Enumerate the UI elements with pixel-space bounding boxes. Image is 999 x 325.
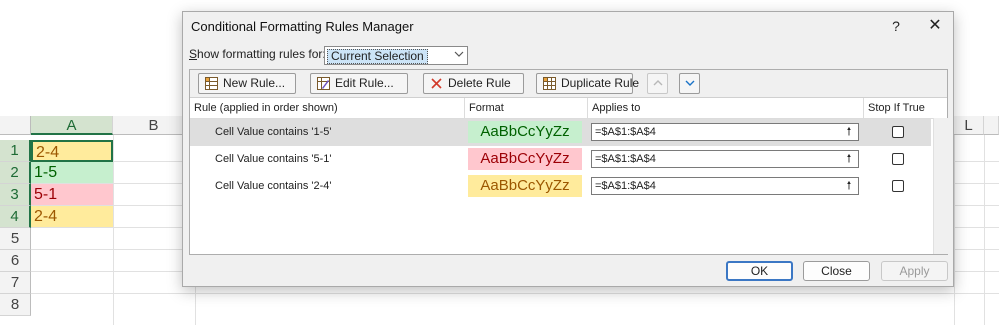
format-preview: AaBbCcYyZz (468, 175, 582, 197)
applies-to-field[interactable]: =$A$1:$A$4 🠕 (591, 150, 859, 168)
ok-button[interactable]: OK (726, 261, 793, 281)
move-down-button[interactable] (679, 73, 700, 94)
grid-line (113, 135, 114, 325)
show-rules-label: Show formatting rules for: (189, 47, 326, 61)
chevron-down-icon (685, 80, 694, 86)
duplicate-rule-button[interactable]: Duplicate Rule (536, 73, 639, 94)
grid-line (954, 135, 955, 325)
applies-to-field[interactable]: =$A$1:$A$4 🠕 (591, 123, 859, 141)
rule-description: Cell Value contains '5-1' (215, 153, 332, 165)
column-header-format[interactable]: Format (465, 98, 588, 118)
edit-rule-label: Edit Rule... (335, 76, 394, 90)
close-button[interactable]: Close (803, 261, 870, 281)
rule-row[interactable]: Cell Value contains '5-1' AaBbCcYyZz =$A… (190, 146, 931, 173)
stop-if-true-checkbox[interactable] (892, 180, 904, 192)
format-preview: AaBbCcYyZz (468, 148, 582, 170)
chevron-up-icon (653, 80, 662, 86)
select-all-corner[interactable] (0, 116, 31, 135)
dialog-title: Conditional Formatting Rules Manager (191, 19, 414, 34)
rules-toolbar: New Rule... Edit Rule... Delete Rule Dup… (190, 70, 947, 98)
applies-to-value: =$A$1:$A$4 (595, 126, 656, 138)
grid-line (984, 135, 985, 325)
chevron-down-icon[interactable] (453, 49, 465, 62)
format-preview: AaBbCcYyZz (468, 121, 582, 143)
show-rules-label-text: how formatting rules for: (197, 47, 326, 61)
rule-row[interactable]: Cell Value contains '1-5' AaBbCcYyZz =$A… (190, 119, 931, 146)
grid-line (31, 293, 999, 294)
row-header-4[interactable]: 4 (0, 206, 31, 228)
new-rule-label: New Rule... (223, 76, 286, 90)
row-header-7[interactable]: 7 (0, 272, 31, 294)
stop-if-true-checkbox[interactable] (892, 126, 904, 138)
show-rules-value: Current Selection (327, 49, 428, 64)
column-header-stop-if-true[interactable]: Stop If True (864, 98, 933, 118)
column-header-applies-to[interactable]: Applies to (588, 98, 864, 118)
edit-rule-button[interactable]: Edit Rule... (310, 73, 408, 94)
delete-rule-label: Delete Rule (448, 76, 511, 90)
apply-button[interactable]: Apply (881, 261, 948, 281)
row-header-6[interactable]: 6 (0, 250, 31, 272)
applies-to-value: =$A$1:$A$4 (595, 180, 656, 192)
dialog-titlebar[interactable]: Conditional Formatting Rules Manager ? ✕ (183, 12, 953, 42)
conditional-formatting-dialog: Conditional Formatting Rules Manager ? ✕… (182, 11, 954, 287)
row-header-8[interactable]: 8 (0, 294, 31, 316)
help-button[interactable]: ? (885, 15, 907, 37)
row-header-3[interactable]: 3 (0, 184, 31, 206)
column-header-rule[interactable]: Rule (applied in order shown) (190, 98, 465, 118)
applies-to-value: =$A$1:$A$4 (595, 153, 656, 165)
row-header-1[interactable]: 1 (0, 140, 31, 162)
stop-if-true-checkbox[interactable] (892, 153, 904, 165)
edit-rule-icon (317, 77, 330, 90)
collapse-dialog-icon[interactable]: 🠕 (842, 179, 856, 193)
rules-table-header: Rule (applied in order shown) Format App… (190, 98, 947, 119)
cell-a1[interactable]: 2-4 (31, 140, 113, 162)
collapse-dialog-icon[interactable]: 🠕 (842, 152, 856, 166)
show-rules-accesskey: S (189, 47, 198, 61)
row-header-5[interactable]: 5 (0, 228, 31, 250)
rules-scrollbar[interactable] (933, 118, 948, 254)
cell-a3[interactable]: 5-1 (31, 184, 113, 206)
rule-description: Cell Value contains '2-4' (215, 180, 332, 192)
new-rule-icon (205, 77, 218, 90)
column-header-l[interactable]: L (954, 116, 984, 135)
delete-rule-button[interactable]: Delete Rule (423, 73, 524, 94)
delete-x-icon (431, 78, 442, 89)
applies-to-field[interactable]: =$A$1:$A$4 🠕 (591, 177, 859, 195)
column-header-a[interactable]: A (31, 116, 113, 135)
move-up-button[interactable] (647, 73, 668, 94)
show-rules-dropdown[interactable]: Current Selection (324, 46, 468, 65)
rule-row[interactable]: Cell Value contains '2-4' AaBbCcYyZz =$A… (190, 173, 931, 200)
collapse-dialog-icon[interactable]: 🠕 (842, 125, 856, 139)
cell-a4[interactable]: 2-4 (31, 206, 113, 228)
duplicate-rule-label: Duplicate Rule (561, 76, 640, 90)
duplicate-rule-icon (543, 77, 556, 90)
close-icon[interactable]: ✕ (923, 15, 947, 37)
row-header-2[interactable]: 2 (0, 162, 31, 184)
cell-a2[interactable]: 1-5 (31, 162, 113, 184)
new-rule-button[interactable]: New Rule... (198, 73, 296, 94)
rules-panel: New Rule... Edit Rule... Delete Rule Dup… (189, 69, 948, 255)
rule-description: Cell Value contains '1-5' (215, 126, 332, 138)
